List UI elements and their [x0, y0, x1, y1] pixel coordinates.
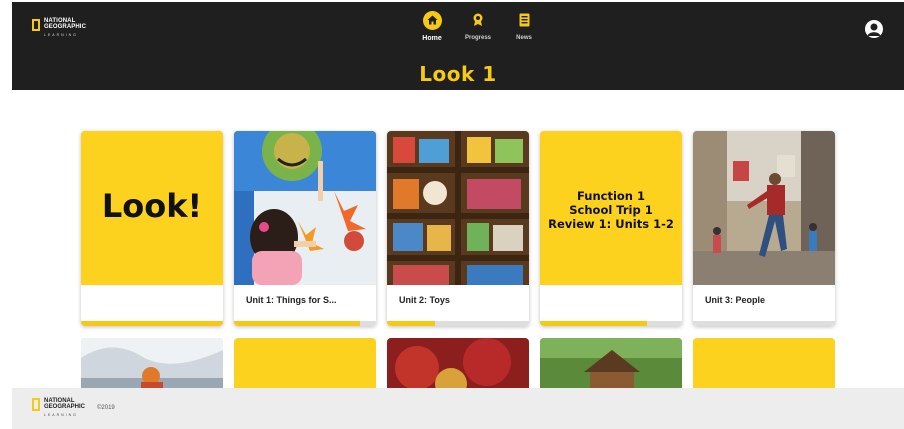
unit1-cover-image	[234, 131, 376, 285]
natgeo-logo[interactable]: NATIONAL GEOGRAPHIC LEARNING	[32, 18, 86, 38]
book-card-unit2[interactable]: Unit 2: Toys	[387, 131, 529, 326]
news-icon	[519, 13, 529, 27]
footer-copyright: ©2019	[97, 405, 115, 411]
unit2-cover-image	[387, 131, 529, 285]
app-page: NATIONAL GEOGRAPHIC LEARNING Home Progre…	[0, 0, 904, 429]
nav-progress[interactable]: Progress	[463, 10, 493, 41]
user-avatar-icon[interactable]	[865, 20, 883, 38]
function1-line2: School Trip 1	[569, 203, 653, 217]
unit3-cover-image	[693, 131, 835, 285]
nav-progress-label: Progress	[464, 35, 491, 41]
logo-yellow-frame	[32, 19, 40, 31]
card-label: Unit 2: Toys	[399, 295, 450, 305]
nav-home[interactable]: Home	[417, 10, 447, 42]
award-icon	[473, 13, 483, 26]
card-progress-fill	[540, 321, 647, 326]
nav-home-label: Home	[422, 35, 442, 42]
nav-news[interactable]: News	[509, 10, 539, 41]
page-title: Look 1	[419, 61, 497, 86]
footer-natgeo-logo: NATIONAL GEOGRAPHIC LEARNING	[32, 398, 85, 418]
card-progress-fill	[81, 321, 223, 326]
card-label: Unit 3: People	[705, 295, 766, 305]
home-icon	[422, 10, 442, 30]
nav-news-label: News	[516, 35, 532, 41]
book-card-look[interactable]: Look!	[81, 131, 223, 326]
card-progress-bar	[540, 321, 682, 326]
look-cover-title: Look!	[101, 187, 203, 225]
footer-logo-frame	[32, 398, 40, 411]
card-progress-bar	[387, 321, 529, 326]
book-card-function1[interactable]: Function 1 School Trip 1 Review 1: Units…	[540, 131, 682, 326]
function1-cover: Function 1 School Trip 1 Review 1: Units…	[540, 131, 682, 285]
title-banner: Look 1	[12, 57, 904, 90]
card-progress-fill	[387, 321, 436, 326]
footer: NATIONAL GEOGRAPHIC LEARNING ©2019	[12, 388, 904, 429]
footer-logo-line3: LEARNING	[44, 413, 78, 417]
card-progress-bar	[234, 321, 376, 326]
card-progress-bar	[693, 321, 835, 326]
book-card-unit1[interactable]: Unit 1: Things for S...	[234, 131, 376, 326]
function1-line3: Review 1: Units 1-2	[548, 217, 674, 231]
look-cover: Look!	[81, 131, 223, 285]
top-navbar: NATIONAL GEOGRAPHIC LEARNING Home Progre…	[12, 2, 904, 57]
card-label: Unit 1: Things for S...	[246, 295, 337, 305]
card-progress-fill	[234, 321, 361, 326]
logo-line3: LEARNING	[44, 33, 78, 37]
main-nav: Home Progress News	[417, 10, 539, 42]
logo-line2: GEOGRAPHIC	[44, 24, 87, 30]
footer-logo-line2: GEOGRAPHIC	[44, 404, 86, 410]
function1-line1: Function 1	[576, 189, 645, 203]
book-card-unit3[interactable]: Unit 3: People	[693, 131, 835, 326]
card-progress-bar	[81, 321, 223, 326]
